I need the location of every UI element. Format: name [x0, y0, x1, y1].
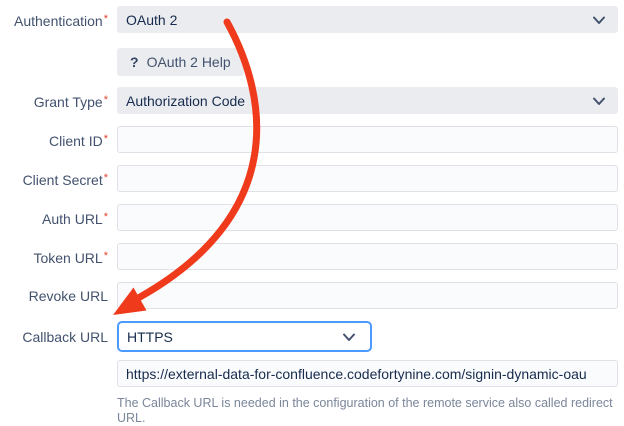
field-row-callback-url: Callback URL HTTPS [0, 321, 618, 352]
client-id-label: Client ID* [0, 131, 108, 149]
client-id-label-text: Client ID [49, 133, 103, 149]
grant-type-label: Grant Type* [0, 92, 108, 110]
callback-url-label-text: Callback URL [22, 329, 108, 345]
required-asterisk: * [104, 211, 108, 223]
token-url-label: Token URL* [0, 248, 108, 266]
callback-url-label: Callback URL [0, 329, 108, 345]
revoke-url-label-text: Revoke URL [29, 288, 108, 304]
callback-url-scheme-value: HTTPS [127, 329, 173, 345]
help-button-row: ? OAuth 2 Help [0, 48, 618, 76]
client-id-input[interactable] [117, 126, 618, 153]
field-row-client-id: Client ID* [0, 126, 618, 153]
field-row-authentication: Authentication* OAuth 2 [0, 6, 618, 33]
callback-url-scheme-select[interactable]: HTTPS [117, 321, 372, 352]
token-url-input[interactable] [117, 243, 618, 270]
client-secret-label-text: Client Secret [23, 172, 103, 188]
required-asterisk: * [104, 133, 108, 145]
required-asterisk: * [104, 172, 108, 184]
auth-url-label: Auth URL* [0, 209, 108, 227]
chevron-down-icon [592, 97, 606, 106]
token-url-label-text: Token URL [33, 250, 102, 266]
revoke-url-label: Revoke URL [0, 288, 108, 304]
callback-url-hint-row: The Callback URL is needed in the config… [0, 396, 618, 426]
oauth-settings-form: Authentication* OAuth 2 ? OAuth 2 Help G… [0, 0, 624, 420]
oauth2-help-button-label: OAuth 2 Help [147, 54, 231, 70]
chevron-down-icon [342, 333, 356, 342]
question-mark-icon: ? [130, 54, 139, 70]
required-asterisk: * [104, 250, 108, 262]
authentication-select-value: OAuth 2 [126, 12, 177, 28]
client-secret-label: Client Secret* [0, 170, 108, 188]
grant-type-label-text: Grant Type [34, 94, 103, 110]
field-row-auth-url: Auth URL* [0, 204, 618, 231]
client-secret-input[interactable] [117, 165, 618, 192]
oauth2-help-button[interactable]: ? OAuth 2 Help [117, 48, 244, 76]
field-row-grant-type: Grant Type* Authorization Code [0, 87, 618, 114]
field-row-token-url: Token URL* [0, 243, 618, 270]
auth-url-input[interactable] [117, 204, 618, 231]
revoke-url-input[interactable] [117, 282, 618, 309]
required-asterisk: * [104, 13, 108, 25]
field-row-revoke-url: Revoke URL [0, 282, 618, 309]
grant-type-select-value: Authorization Code [126, 93, 245, 109]
required-asterisk: * [104, 94, 108, 106]
grant-type-select[interactable]: Authorization Code [117, 87, 618, 114]
field-row-client-secret: Client Secret* [0, 165, 618, 192]
callback-url-help-text: The Callback URL is needed in the config… [117, 396, 618, 426]
callback-url-value-row [0, 360, 618, 387]
chevron-down-icon [592, 16, 606, 25]
auth-url-label-text: Auth URL [42, 211, 103, 227]
authentication-label-text: Authentication [14, 13, 103, 29]
authentication-select[interactable]: OAuth 2 [117, 6, 618, 33]
authentication-label: Authentication* [0, 11, 108, 29]
callback-url-input[interactable] [117, 360, 618, 387]
